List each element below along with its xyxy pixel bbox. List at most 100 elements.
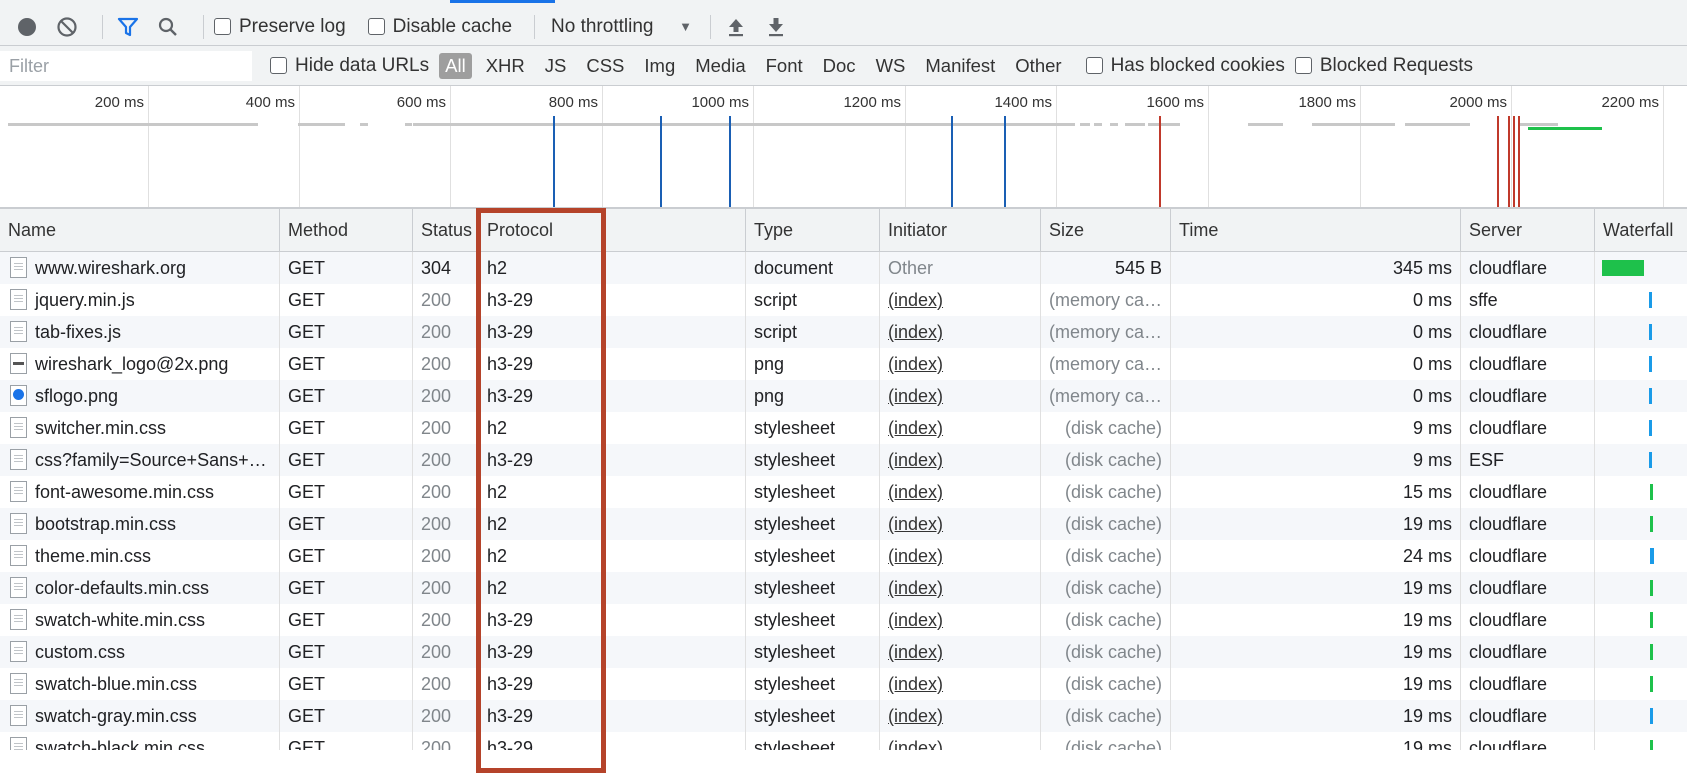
cell-initiator[interactable]: (index)	[879, 668, 1040, 700]
table-row[interactable]: www.wireshark.org GET 304 h2 document Other 54…	[0, 252, 1687, 284]
column-header-status[interactable]: Status	[412, 209, 478, 252]
cell-type: stylesheet	[745, 604, 879, 636]
type-filter-all[interactable]: All	[439, 52, 472, 79]
type-filter-other[interactable]: Other	[1009, 53, 1067, 79]
cell-initiator[interactable]: (index)	[879, 380, 1040, 412]
toolbar-divider	[534, 14, 536, 39]
table-row[interactable]: wireshark_logo@2x.png GET 200 h3-29 png (inde…	[0, 348, 1687, 380]
table-row[interactable]: theme.min.css GET 200 h2 stylesheet (index) (d…	[0, 540, 1687, 572]
timeline-gridline	[1360, 86, 1361, 207]
cell-size: (disk cache)	[1040, 604, 1170, 636]
type-filter-font[interactable]: Font	[760, 53, 809, 79]
preserve-log-checkbox[interactable]: Preserve log	[214, 16, 346, 38]
table-row[interactable]: swatch-black.min.css GET 200 h3-29 styleshee…	[0, 732, 1687, 750]
cell-protocol: h3-29	[478, 380, 745, 412]
cell-initiator[interactable]: (index)	[879, 444, 1040, 476]
column-header-name[interactable]: Name	[0, 209, 279, 252]
hide-data-urls-checkbox[interactable]: Hide data URLs	[270, 55, 429, 77]
record-button[interactable]	[12, 12, 42, 42]
document-icon	[10, 641, 27, 662]
table-row[interactable]: swatch-blue.min.css GET 200 h3-29 stylesheet…	[0, 668, 1687, 700]
cell-initiator[interactable]: (index)	[879, 284, 1040, 316]
cell-time: 9 ms	[1170, 444, 1460, 476]
waterfall-bar	[1649, 388, 1652, 404]
cell-type: stylesheet	[745, 508, 879, 540]
cell-initiator[interactable]: (index)	[879, 700, 1040, 732]
table-row[interactable]: jquery.min.js GET 200 h3-29 script (index) (me…	[0, 284, 1687, 316]
cell-time: 19 ms	[1170, 636, 1460, 668]
cell-type: stylesheet	[745, 668, 879, 700]
column-header-method[interactable]: Method	[279, 209, 412, 252]
cell-initiator: Other	[879, 252, 1040, 284]
timeline-gridline	[148, 86, 149, 207]
cell-waterfall	[1594, 700, 1687, 732]
column-header-size[interactable]: Size	[1040, 209, 1170, 252]
cell-size: (memory ca…	[1040, 284, 1170, 316]
type-filter-js[interactable]: JS	[539, 53, 573, 79]
filter-toggle-button[interactable]	[113, 12, 143, 42]
cell-initiator[interactable]: (index)	[879, 476, 1040, 508]
cell-initiator[interactable]: (index)	[879, 732, 1040, 750]
cell-size: (disk cache)	[1040, 412, 1170, 444]
cell-initiator[interactable]: (index)	[879, 540, 1040, 572]
column-header-protocol[interactable]: Protocol	[478, 209, 745, 252]
waterfall-bar	[1650, 580, 1653, 596]
type-filter-doc[interactable]: Doc	[817, 53, 862, 79]
clear-button[interactable]	[52, 12, 82, 42]
disable-cache-checkbox[interactable]: Disable cache	[367, 16, 512, 38]
timeline-request-bar	[872, 123, 908, 126]
cell-status: 304	[412, 252, 478, 284]
throttling-select[interactable]: No throttling ▼	[545, 16, 700, 38]
timeline-tick-label: 1800 ms	[1298, 94, 1356, 111]
table-body: www.wireshark.org GET 304 h2 document Other 54…	[0, 252, 1687, 750]
table-row[interactable]: css?family=Source+Sans+… GET 200 h3-29 style…	[0, 444, 1687, 476]
timeline-overview[interactable]: 200 ms 400 ms 600 ms 800 ms 1000 ms 1200 ms 14…	[0, 86, 1687, 209]
cell-initiator[interactable]: (index)	[879, 348, 1040, 380]
export-har-button[interactable]	[761, 12, 791, 42]
timeline-event-marker	[1497, 116, 1499, 207]
cell-initiator[interactable]: (index)	[879, 412, 1040, 444]
type-filter-media[interactable]: Media	[689, 53, 751, 79]
document-icon	[10, 449, 27, 470]
table-row[interactable]: swatch-gray.min.css GET 200 h3-29 stylesheet…	[0, 700, 1687, 732]
cell-size: (disk cache)	[1040, 572, 1170, 604]
logo-image-icon	[10, 385, 27, 406]
column-header-time[interactable]: Time	[1170, 209, 1460, 252]
cell-initiator[interactable]: (index)	[879, 316, 1040, 348]
type-filter-manifest[interactable]: Manifest	[919, 53, 1001, 79]
cell-initiator[interactable]: (index)	[879, 604, 1040, 636]
table-row[interactable]: tab-fixes.js GET 200 h3-29 script (index) (mem…	[0, 316, 1687, 348]
table-row[interactable]: custom.css GET 200 h3-29 stylesheet (index) (d…	[0, 636, 1687, 668]
cell-initiator[interactable]: (index)	[879, 572, 1040, 604]
search-button[interactable]	[153, 12, 183, 42]
column-header-server[interactable]: Server	[1460, 209, 1594, 252]
import-har-button[interactable]	[721, 12, 751, 42]
cell-initiator[interactable]: (index)	[879, 508, 1040, 540]
table-row[interactable]: color-defaults.min.css GET 200 h2 stylesheet…	[0, 572, 1687, 604]
cell-method: GET	[279, 604, 412, 636]
cell-method: GET	[279, 412, 412, 444]
search-icon	[158, 17, 177, 36]
cell-initiator[interactable]: (index)	[879, 636, 1040, 668]
type-filter-xhr[interactable]: XHR	[480, 53, 531, 79]
waterfall-bar	[1649, 420, 1652, 436]
column-header-type[interactable]: Type	[745, 209, 879, 252]
type-filter-ws[interactable]: WS	[870, 53, 912, 79]
has-blocked-cookies-checkbox[interactable]: Has blocked cookies	[1085, 55, 1285, 77]
table-row[interactable]: font-awesome.min.css GET 200 h2 stylesheet (i…	[0, 476, 1687, 508]
cell-size: (disk cache)	[1040, 540, 1170, 572]
filter-input[interactable]: Filter	[0, 50, 252, 81]
blocked-requests-checkbox[interactable]: Blocked Requests	[1294, 55, 1473, 77]
type-filter-css[interactable]: CSS	[580, 53, 630, 79]
type-filter-img[interactable]: Img	[638, 53, 681, 79]
upload-icon	[729, 18, 744, 36]
table-row[interactable]: swatch-white.min.css GET 200 h3-29 styleshee…	[0, 604, 1687, 636]
table-row[interactable]: bootstrap.min.css GET 200 h2 stylesheet (inde…	[0, 508, 1687, 540]
cell-size: (memory ca…	[1040, 316, 1170, 348]
table-row[interactable]: switcher.min.css GET 200 h2 stylesheet (index…	[0, 412, 1687, 444]
cell-protocol: h3-29	[478, 316, 745, 348]
column-header-waterfall[interactable]: Waterfall	[1594, 209, 1687, 252]
table-row[interactable]: sflogo.png GET 200 h3-29 png (index) (memory c…	[0, 380, 1687, 412]
timeline-document-bar	[1528, 127, 1602, 130]
column-header-initiator[interactable]: Initiator	[879, 209, 1040, 252]
